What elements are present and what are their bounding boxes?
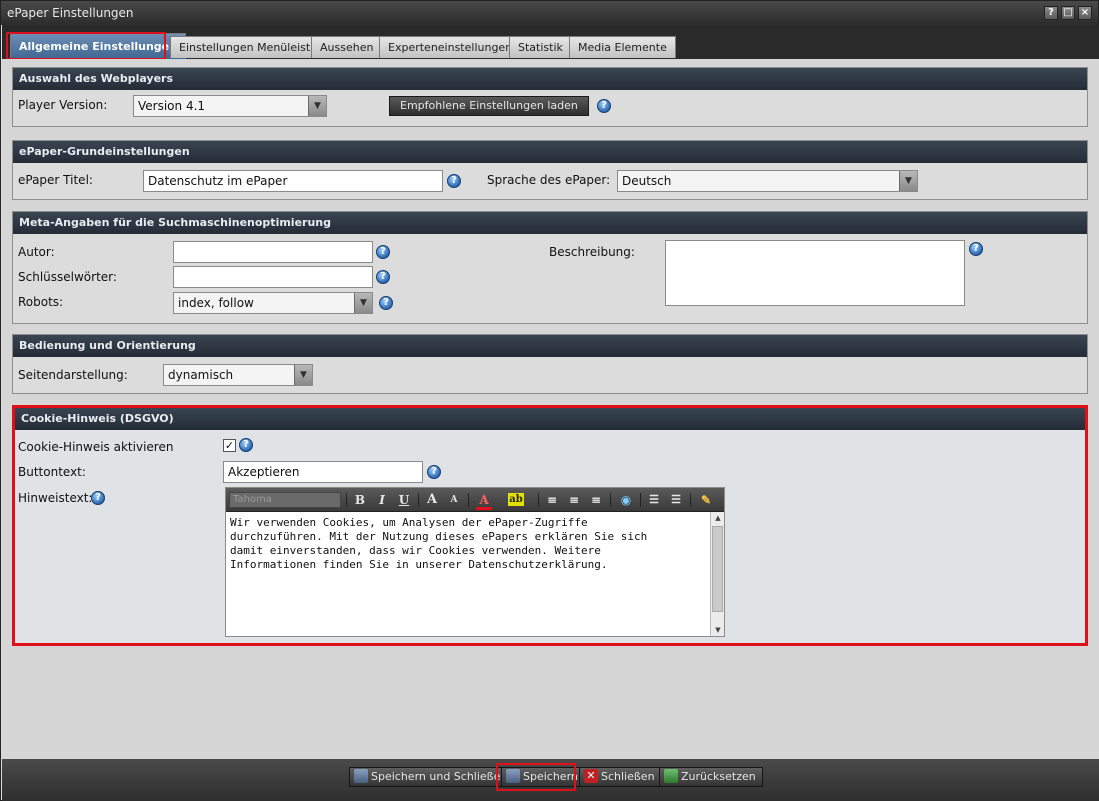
scroll-down-icon[interactable]: ▼ <box>711 624 725 636</box>
tab-media-elemente[interactable]: Media Elemente <box>569 36 676 58</box>
keywords-input[interactable] <box>173 266 373 288</box>
robots-select[interactable]: index, follow ▼ <box>173 292 373 314</box>
epaper-title-label: ePaper Titel: <box>18 173 93 187</box>
help-icon[interactable]: ? <box>427 465 441 479</box>
cookie-activate-label: Cookie-Hinweis aktivieren <box>18 440 174 454</box>
maximize-icon[interactable]: □ <box>1061 6 1075 20</box>
align-right-icon[interactable]: ≡ <box>588 492 604 508</box>
chevron-down-icon: ▼ <box>899 171 917 191</box>
window-title: ePaper Einstellungen <box>7 6 134 20</box>
panel-meta: Meta-Angaben für die Suchmaschinenoptimi… <box>12 211 1088 324</box>
settings-content: Auswahl des Webplayers Player Version: V… <box>2 59 1099 759</box>
language-label: Sprache des ePaper: <box>487 173 611 187</box>
close-label: Schließen <box>601 770 655 783</box>
help-icon[interactable]: ? <box>969 242 983 256</box>
save-button-highlight <box>496 763 576 791</box>
panel-grundeinstellungen: ePaper-Grundeinstellungen ePaper Titel: … <box>12 140 1088 200</box>
footer-bar: Speichern und Schließen Speichern ✕ Schli… <box>2 759 1099 801</box>
help-icon[interactable]: ? <box>91 491 105 505</box>
reset-icon <box>664 769 678 783</box>
panel-meta-heading: Meta-Angaben für die Suchmaschinenoptimi… <box>13 212 1087 234</box>
shrink-font-icon[interactable]: A <box>446 492 462 508</box>
window-titlebar: ePaper Einstellungen ? □ × <box>1 1 1098 25</box>
robots-value: index, follow <box>178 296 254 310</box>
grow-font-icon[interactable]: A <box>424 492 440 508</box>
panel-cookie: Cookie-Hinweis (DSGVO) Cookie-Hinweis ak… <box>12 405 1088 646</box>
bold-icon[interactable]: B <box>352 492 368 508</box>
source-edit-icon[interactable]: ✎ <box>698 492 714 508</box>
language-select[interactable]: Deutsch ▼ <box>617 170 918 192</box>
chevron-down-icon: ▼ <box>354 293 372 313</box>
help-icon[interactable]: ? <box>376 245 390 259</box>
reset-button[interactable]: Zurücksetzen <box>659 767 763 787</box>
page-display-select[interactable]: dynamisch ▼ <box>163 364 313 386</box>
editor-toolbar: Tahoma B I U A A A ab ≡ ≡ ≡ ◉ ☰ ☰ ✎ <box>226 488 724 512</box>
panel-webplayer-heading: Auswahl des Webplayers <box>13 68 1087 90</box>
ordered-list-icon[interactable]: ☰ <box>646 492 662 508</box>
italic-icon[interactable]: I <box>374 492 390 508</box>
keywords-label: Schlüsselwörter: <box>18 270 117 284</box>
load-recommended-button[interactable]: Empfohlene Einstellungen laden <box>389 96 589 116</box>
help-icon[interactable]: ? <box>597 99 611 113</box>
tab-experteneinstellungen[interactable]: Experteneinstellungen <box>379 36 522 58</box>
panel-bedienung: Bedienung und Orientierung Seitendarstel… <box>12 334 1088 394</box>
tab-statistik[interactable]: Statistik <box>509 36 572 58</box>
rich-text-editor: Tahoma B I U A A A ab ≡ ≡ ≡ ◉ ☰ ☰ ✎ Wir … <box>225 487 725 637</box>
tab-bar: Allgemeine Einstellungen Einstellungen M… <box>2 25 1099 59</box>
page-display-label: Seitendarstellung: <box>18 368 128 382</box>
robots-label: Robots: <box>18 295 64 309</box>
tab-einstellungen-menueleiste[interactable]: Einstellungen Menüleiste <box>170 36 326 58</box>
help-icon[interactable]: ? <box>376 270 390 284</box>
close-window-icon[interactable]: × <box>1078 6 1092 20</box>
font-select[interactable]: Tahoma <box>229 492 341 508</box>
font-color-icon[interactable]: A <box>476 492 492 510</box>
editor-scrollbar[interactable]: ▲ ▼ <box>710 512 724 636</box>
link-icon[interactable]: ◉ <box>618 492 634 508</box>
chevron-down-icon: ▼ <box>308 96 326 116</box>
align-center-icon[interactable]: ≡ <box>566 492 582 508</box>
player-version-value: Version 4.1 <box>138 99 206 113</box>
description-textarea[interactable] <box>665 240 965 306</box>
save-close-button[interactable]: Speichern und Schließen <box>349 767 515 787</box>
help-window-icon[interactable]: ? <box>1044 6 1058 20</box>
hinweistext-label: Hinweistext: <box>18 491 93 505</box>
align-left-icon[interactable]: ≡ <box>544 492 560 508</box>
page-display-value: dynamisch <box>168 368 234 382</box>
description-label: Beschreibung: <box>549 245 635 259</box>
buttontext-label: Buttontext: <box>18 465 86 479</box>
buttontext-input[interactable]: Akzeptieren <box>223 461 423 483</box>
cookie-activate-checkbox[interactable]: ✓ <box>223 439 236 452</box>
language-value: Deutsch <box>622 174 672 188</box>
player-version-select[interactable]: Version 4.1 ▼ <box>133 95 327 117</box>
close-icon: ✕ <box>584 769 598 783</box>
unordered-list-icon[interactable]: ☰ <box>668 492 684 508</box>
hinweistext-content[interactable]: Wir verwenden Cookies, um Analysen der e… <box>230 516 706 572</box>
active-tab-highlight <box>6 32 166 60</box>
save-close-label: Speichern und Schließen <box>371 770 508 783</box>
panel-grundeinstellungen-heading: ePaper-Grundeinstellungen <box>13 141 1087 163</box>
panel-webplayer: Auswahl des Webplayers Player Version: V… <box>12 67 1088 127</box>
tab-aussehen[interactable]: Aussehen <box>311 36 383 58</box>
scroll-up-icon[interactable]: ▲ <box>711 512 725 524</box>
reset-label: Zurücksetzen <box>681 770 756 783</box>
highlight-color-icon[interactable]: ab <box>508 493 524 506</box>
window-controls: ? □ × <box>1044 6 1092 20</box>
player-version-label: Player Version: <box>18 98 108 112</box>
author-label: Autor: <box>18 245 55 259</box>
underline-icon[interactable]: U <box>396 492 412 508</box>
panel-bedienung-heading: Bedienung und Orientierung <box>13 335 1087 357</box>
close-button[interactable]: ✕ Schließen <box>579 767 662 787</box>
chevron-down-icon: ▼ <box>294 365 312 385</box>
help-icon[interactable]: ? <box>239 438 253 452</box>
help-icon[interactable]: ? <box>379 296 393 310</box>
help-icon[interactable]: ? <box>447 174 461 188</box>
settings-window: ePaper Einstellungen ? □ × Allgemeine Ei… <box>0 0 1099 801</box>
panel-cookie-heading: Cookie-Hinweis (DSGVO) <box>15 408 1085 430</box>
save-icon <box>354 769 368 783</box>
author-input[interactable] <box>173 241 373 263</box>
scrollbar-thumb[interactable] <box>712 526 723 612</box>
epaper-title-input[interactable]: Datenschutz im ePaper <box>143 170 443 192</box>
